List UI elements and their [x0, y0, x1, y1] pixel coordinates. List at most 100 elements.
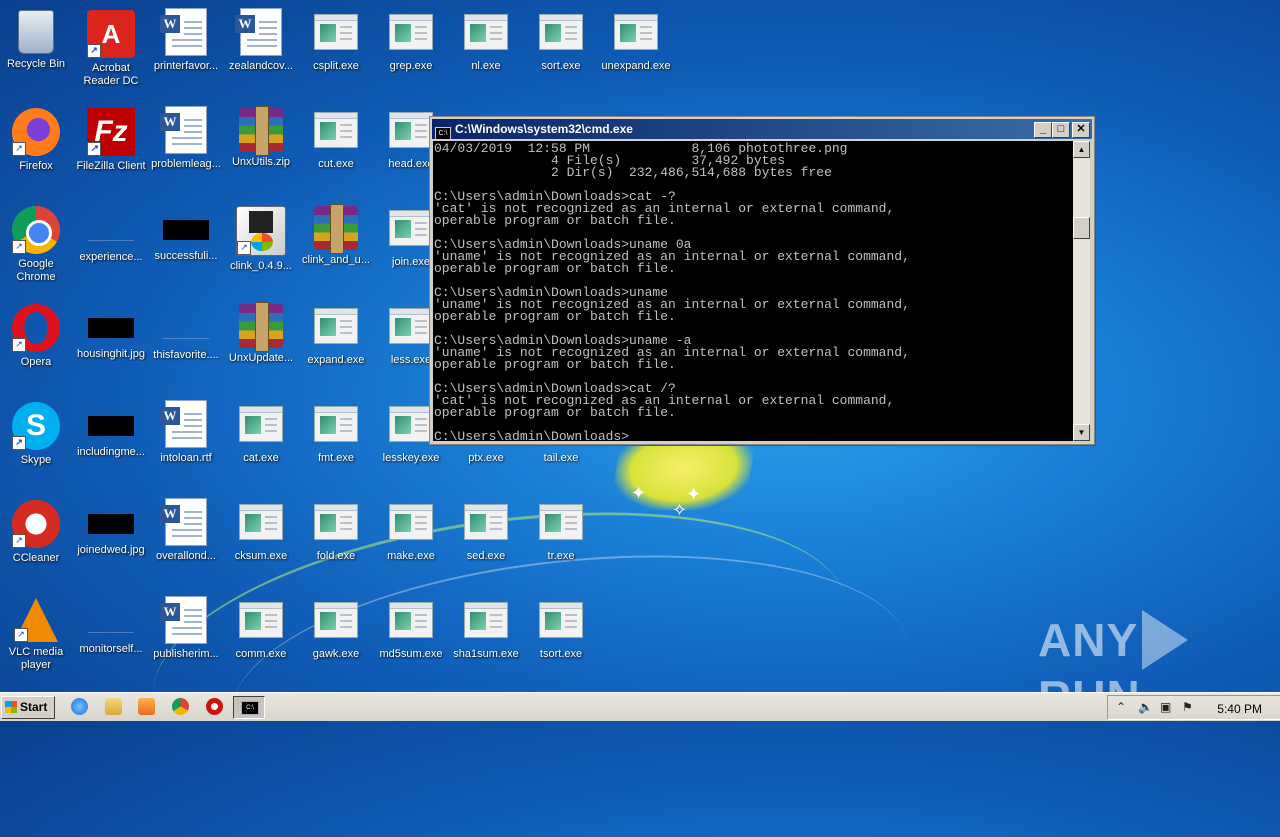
desktop-icon[interactable]: housinghit.jpg [74, 300, 148, 361]
desktop-icon[interactable]: Wproblemleag... [149, 104, 223, 171]
desktop-icon[interactable]: clink_and_u... [299, 202, 373, 267]
exe-file-icon [389, 308, 433, 344]
exe-file-icon [389, 210, 433, 246]
desktop-icon[interactable]: includingme... [74, 398, 148, 459]
desktop-icon-label: FileZilla Client [76, 160, 146, 172]
speaker-icon[interactable]: 🔈 [1138, 700, 1153, 714]
desktop-icon-label: grep.exe [389, 60, 433, 72]
desktop-icon-label: thisfavorite.... [153, 349, 219, 361]
desktop-icon[interactable]: ↗ CCleaner [0, 496, 73, 565]
desktop-icon-label: nl.exe [471, 60, 501, 72]
word-document-icon: W [160, 400, 207, 448]
desktop-icon[interactable]: expand.exe [299, 300, 373, 367]
close-button[interactable]: ✕ [1072, 122, 1090, 138]
desktop-icon[interactable]: S ↗ Skype [0, 398, 73, 467]
desktop-icon[interactable]: cksum.exe [224, 496, 298, 563]
desktop-icon-label: gawk.exe [312, 648, 360, 660]
scroll-up-button[interactable]: ▲ [1073, 141, 1090, 158]
desktop-icon[interactable]: ↗ Firefox [0, 104, 73, 173]
desktop-icon[interactable]: ↗ clink_0.4.9... [224, 202, 298, 273]
minimize-button[interactable]: _ [1034, 122, 1052, 138]
desktop-icon[interactable]: gawk.exe [299, 594, 373, 661]
chrome-icon[interactable] [172, 698, 189, 715]
desktop-icon[interactable]: Recycle Bin [0, 6, 73, 71]
desktop-icon-label: joinedwed.jpg [77, 544, 145, 556]
desktop-icon[interactable]: experience... [74, 202, 148, 264]
desktop-icon[interactable]: sed.exe [449, 496, 523, 563]
exe-file-icon [314, 504, 358, 540]
maximize-button[interactable]: □ [1052, 122, 1070, 138]
desktop-icon[interactable]: sha1sum.exe [449, 594, 523, 661]
desktop-icon[interactable]: Woverallond... [149, 496, 223, 563]
exe-file-icon [389, 406, 433, 442]
desktop-icon-label: lesskey.exe [382, 452, 440, 464]
cmd-window[interactable]: C:\ C:\Windows\system32\cmd.exe _ □ ✕ 04/… [429, 116, 1095, 445]
desktop-icon[interactable]: fold.exe [299, 496, 373, 563]
desktop-icon[interactable]: csplit.exe [299, 6, 373, 73]
desktop-icon[interactable]: Wpublisherim... [149, 594, 223, 661]
desktop-icon[interactable]: Wprinterfavor... [149, 6, 223, 73]
vlc-icon: ↗ [14, 598, 58, 642]
desktop-icon[interactable]: grep.exe [374, 6, 448, 73]
desktop-icon-label: tail.exe [543, 452, 579, 464]
desktop-icon[interactable]: sort.exe [524, 6, 598, 73]
desktop-icon[interactable]: cut.exe [299, 104, 373, 171]
scroll-down-button[interactable]: ▼ [1073, 424, 1090, 441]
desktop-icon-label: Acrobat Reader DC [83, 62, 139, 87]
file-explorer-icon[interactable] [105, 698, 122, 715]
desktop-icon[interactable]: A ↗ Acrobat Reader DC [74, 6, 148, 88]
play-icon [1142, 610, 1189, 670]
desktop-icon[interactable]: Wintoloan.rtf [149, 398, 223, 465]
desktop-icon[interactable]: ↗ Google Chrome [0, 202, 73, 284]
desktop-icon[interactable]: fmt.exe [299, 398, 373, 465]
desktop-icon[interactable]: Fz ↗ FileZilla Client [74, 104, 148, 173]
desktop-icon[interactable]: UnxUpdate... [224, 300, 298, 365]
scroll-thumb[interactable] [1073, 217, 1090, 239]
clock[interactable]: 5:40 PM [1217, 702, 1262, 716]
start-button[interactable]: Start [1, 696, 55, 719]
flag-icon[interactable]: ⚑ [1182, 700, 1193, 714]
wallpaper-sparkle: ✧ [672, 500, 688, 520]
desktop-icon[interactable]: UnxUtils.zip [224, 104, 298, 169]
desktop-icon[interactable]: monitorself... [74, 594, 148, 656]
network-icon[interactable]: ▣ [1160, 700, 1171, 714]
cmd-console[interactable]: 04/03/2019 12:58 PM 8,106 photothree.png… [433, 141, 1073, 441]
chevron-up-icon[interactable]: ⌃ [1116, 700, 1126, 714]
desktop-icon[interactable]: tr.exe [524, 496, 598, 563]
exe-file-icon [389, 504, 433, 540]
desktop-icon[interactable]: make.exe [374, 496, 448, 563]
desktop-icon[interactable]: cat.exe [224, 398, 298, 465]
wallpaper-sparkle: ✦ [631, 483, 647, 503]
installer-icon: ↗ [236, 206, 286, 256]
desktop-icon[interactable]: Wzealandcov... [224, 6, 298, 73]
image-thumbnail-icon [88, 514, 134, 534]
desktop-icon[interactable]: joinedwed.jpg [74, 496, 148, 557]
winrar-archive-icon [314, 204, 358, 254]
desktop-icon[interactable]: nl.exe [449, 6, 523, 73]
word-document-icon: W [160, 498, 207, 546]
desktop-icon-label: cut.exe [318, 158, 354, 170]
exe-file-icon [239, 504, 283, 540]
firefox-icon: ↗ [12, 108, 60, 156]
desktop-icon[interactable]: md5sum.exe [374, 594, 448, 661]
desktop-icon[interactable]: tsort.exe [524, 594, 598, 661]
opera-icon: ↗ [12, 304, 60, 352]
opera-icon[interactable] [206, 698, 223, 715]
taskbar-cmd-button[interactable]: C:\ [233, 696, 265, 719]
desktop-icon[interactable]: unexpand.exe [599, 6, 673, 73]
desktop-icon[interactable]: thisfavorite.... [149, 300, 223, 362]
cmd-title-bar[interactable]: C:\ C:\Windows\system32\cmd.exe _ □ ✕ [432, 119, 1092, 140]
cmd-scrollbar[interactable]: ▲ ▼ [1073, 141, 1090, 441]
media-player-icon[interactable] [138, 698, 155, 715]
desktop-icon[interactable]: ↗ VLC media player [0, 594, 73, 672]
desktop-icon[interactable]: successfuli... [149, 202, 223, 263]
desktop-icon[interactable]: comm.exe [224, 594, 298, 661]
winrar-archive-icon [239, 302, 283, 352]
word-document-icon: W [235, 8, 282, 56]
desktop-icon[interactable]: ↗ Opera [0, 300, 73, 369]
desktop-icon-label: sha1sum.exe [453, 648, 519, 660]
internet-explorer-icon[interactable] [71, 698, 88, 715]
exe-file-icon [314, 406, 358, 442]
image-thumbnail-icon [88, 612, 134, 633]
winrar-archive-icon [239, 106, 283, 156]
